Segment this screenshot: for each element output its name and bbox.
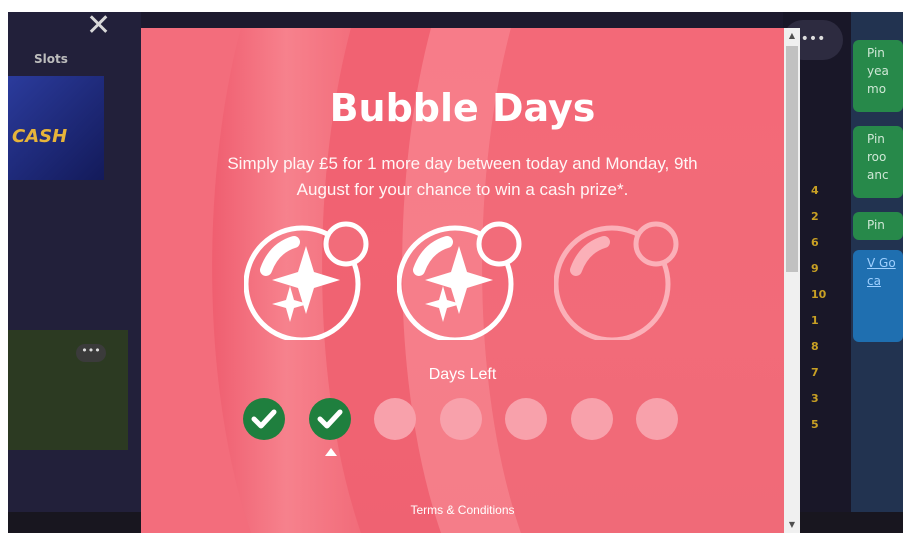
day-pending-dot	[439, 398, 482, 440]
day-complete-check-icon	[308, 398, 351, 440]
bubble-days-modal: Bubble Days Simply play £5 for 1 more da…	[141, 28, 784, 533]
modal-title: Bubble Days	[329, 86, 596, 130]
promo-card[interactable]: Pin	[853, 212, 903, 240]
list-item: 1	[811, 314, 819, 327]
list-item: 9	[811, 262, 819, 275]
scroll-thumb[interactable]	[786, 46, 798, 272]
sparkle-bubble-icon	[243, 220, 370, 343]
promo-link-card[interactable]: V Go ca	[853, 250, 903, 342]
list-item: 10	[811, 288, 827, 301]
list-item: 8	[811, 340, 819, 353]
modal-subtitle: Simply play £5 for 1 more day between to…	[171, 151, 754, 203]
promo-card[interactable]: Pin roo anc	[853, 126, 903, 198]
game-tile[interactable]: CASH	[8, 76, 104, 180]
day-pending-dot	[636, 398, 678, 440]
close-icon[interactable]: ✕	[86, 12, 111, 43]
list-item: 3	[811, 392, 819, 405]
day-complete-check-icon	[243, 398, 285, 440]
list-item: 5	[811, 418, 819, 431]
day-pending-dot	[505, 398, 547, 440]
current-day-marker-icon	[325, 448, 337, 456]
terms-link[interactable]: Terms & Conditions	[141, 503, 784, 517]
game-tile-label: CASH	[12, 126, 68, 147]
promo-card[interactable]: Pin yea mo	[853, 40, 903, 112]
sparkle-bubble-icon	[396, 220, 523, 343]
slots-label: Slots	[34, 52, 68, 66]
subtitle-line: Simply play £5 for 1 more day between to…	[227, 154, 698, 173]
list-item: 4	[811, 184, 819, 197]
day-pending-dot	[570, 398, 613, 440]
game-tile[interactable]: •••	[8, 330, 128, 450]
empty-bubble-icon	[553, 220, 680, 343]
scrollbar[interactable]: ▲ ▼	[784, 28, 800, 533]
number-list: 4 2 6 9 10 1 8 7 3 5	[811, 178, 826, 438]
list-item: 7	[811, 366, 819, 379]
more-options-icon[interactable]: •••	[76, 344, 106, 362]
scroll-down-icon[interactable]: ▼	[784, 517, 800, 533]
list-item: 2	[811, 210, 819, 223]
list-item: 6	[811, 236, 819, 249]
days-left-label: Days Left	[428, 366, 497, 383]
scroll-up-icon[interactable]: ▲	[784, 28, 800, 44]
day-pending-dot	[374, 398, 416, 440]
subtitle-line: August for your chance to win a cash pri…	[296, 180, 629, 199]
